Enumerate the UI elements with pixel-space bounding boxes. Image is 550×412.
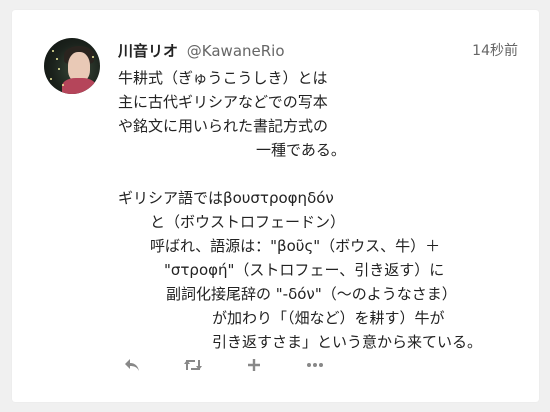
avatar-sparkle — [58, 68, 60, 70]
ellipsis-icon — [307, 363, 323, 367]
reply-icon — [125, 359, 139, 371]
tweet-line: "στροφή"（ストロフェー、引き返す）に — [164, 261, 445, 279]
tweet-line: と（ボウストロフェードン） — [150, 213, 346, 231]
tweet-line: 呼ばれ、語源は："βοῦς"（ボウス、牛）＋ — [150, 237, 441, 255]
tweet-line: や銘文に用いられた書記方式の — [118, 117, 329, 135]
tweet-actions — [122, 355, 366, 375]
tweet-line: 牛耕式（ぎゅうこうしき）とは — [118, 69, 328, 87]
timestamp[interactable]: 14秒前 — [472, 40, 518, 62]
more-button[interactable] — [305, 355, 325, 375]
author-handle[interactable]: @KawaneRio — [187, 42, 285, 60]
tweet-line: 引き返すさま」という意から来ている。 — [212, 333, 483, 351]
tweet-line: 副詞化接尾辞の "-δόν"（〜のようなさま） — [166, 285, 457, 303]
author-name[interactable]: 川音リオ — [118, 42, 178, 60]
avatar-sparkle — [50, 78, 52, 80]
tweet-line: 主に古代ギリシアなどでの写本 — [118, 93, 328, 111]
tweet-header: 川音リオ @KawaneRio 14秒前 — [118, 40, 518, 62]
avatar-sparkle — [52, 50, 54, 52]
tweet-line: 一種である。 — [256, 141, 346, 159]
tweet-card[interactable]: 川音リオ @KawaneRio 14秒前 牛耕式（ぎゅうこうしき）とは 主に古代… — [12, 10, 539, 402]
avatar-sparkle — [56, 58, 58, 60]
tweet-line: が加わり「（畑など）を耕す）牛が — [212, 309, 445, 327]
avatar-sparkle — [92, 56, 94, 58]
reply-button[interactable] — [122, 355, 142, 375]
retweet-icon — [184, 360, 202, 370]
tweet-line: ギリシア語ではβουστροφηδόν — [118, 189, 334, 207]
plus-icon — [248, 359, 260, 371]
retweet-button[interactable] — [183, 355, 203, 375]
avatar-cloth — [62, 78, 96, 94]
avatar[interactable] — [44, 38, 100, 94]
avatar-sparkle — [62, 84, 64, 86]
like-button[interactable] — [244, 355, 264, 375]
